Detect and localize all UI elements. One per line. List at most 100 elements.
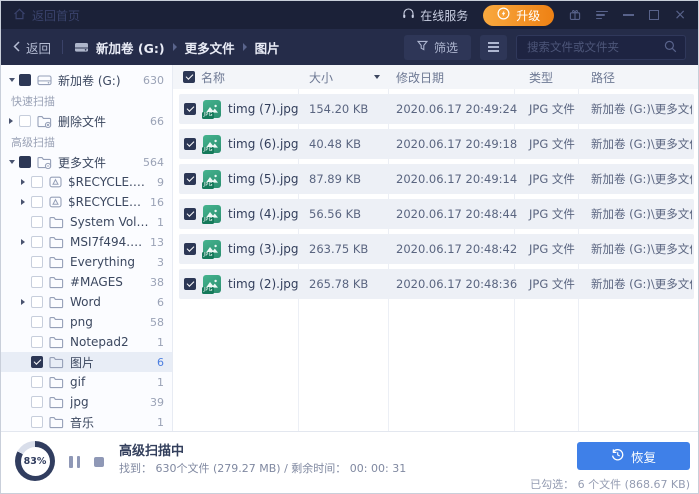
pause-button[interactable] (69, 456, 80, 468)
table-header: 名称 大小 修改日期 类型 路径 (173, 65, 698, 89)
minimize-icon[interactable] (623, 14, 634, 16)
recover-button[interactable]: 恢复 (577, 442, 690, 470)
sidebar-item-jpg[interactable]: jpg 39 (1, 392, 172, 412)
checkbox-empty[interactable] (31, 196, 43, 208)
checkbox-empty[interactable] (31, 276, 43, 288)
file-row[interactable]: JPG timg (3).jpg 263.75 KB 2020.06.17 20… (179, 234, 694, 264)
file-row[interactable]: JPG timg (2).jpg 265.78 KB 2020.06.17 20… (179, 269, 694, 299)
search-icon[interactable] (664, 38, 677, 57)
checkbox-partial[interactable] (19, 156, 31, 168)
checkbox-empty[interactable] (31, 296, 43, 308)
gift-icon[interactable] (569, 6, 581, 25)
close-icon[interactable]: × (674, 8, 686, 22)
expand-arrow-icon[interactable] (21, 299, 31, 305)
checkbox-empty[interactable] (31, 316, 43, 328)
column-header-date[interactable]: 修改日期 (396, 65, 444, 89)
item-count: 3 (157, 256, 164, 269)
row-checkbox[interactable] (184, 103, 196, 115)
file-row[interactable]: JPG timg (4).jpg 56.56 KB 2020.06.17 20:… (179, 199, 694, 229)
menu-icon[interactable] (596, 11, 608, 20)
folder-icon (49, 376, 64, 389)
view-list-button[interactable] (480, 35, 507, 60)
sidebar-item-images[interactable]: #MAGES 38 (1, 272, 172, 292)
column-header-name[interactable]: 名称 (201, 65, 225, 89)
expand-arrow-icon[interactable] (9, 160, 19, 164)
toolbar: 返回 新加卷 (G:) 更多文件 图片 筛选 (1, 29, 698, 65)
expand-arrow-icon[interactable] (9, 118, 19, 124)
checkbox-empty[interactable] (31, 336, 43, 348)
recover-label: 恢复 (631, 447, 656, 466)
checkbox-empty[interactable] (31, 176, 43, 188)
file-path: 新加卷 (G:)\更多文件... (591, 199, 692, 229)
section-quick-scan: 快速扫描 (1, 90, 172, 111)
sort-desc-icon[interactable] (374, 75, 380, 79)
column-header-type[interactable]: 类型 (529, 65, 553, 89)
select-all-checkbox[interactable] (183, 71, 195, 83)
selected-summary: 已勾选： 6 个文件 (868.67 KB) (530, 476, 690, 492)
checkbox-partial[interactable] (19, 74, 31, 86)
sidebar-item-msi-tmp[interactable]: MSI7f494.tmp 13 (1, 232, 172, 252)
checkbox-empty[interactable] (31, 376, 43, 388)
item-count: 39 (150, 396, 164, 409)
expand-arrow-icon[interactable] (9, 78, 19, 82)
file-size: 154.20 KB (309, 94, 368, 124)
checkbox-empty[interactable] (31, 256, 43, 268)
back-chevron-icon (13, 40, 20, 55)
sidebar-item-recycle-bin-1[interactable]: $RECYCLE.BIN 9 (1, 172, 172, 192)
sidebar-item-new-volume[interactable]: 新加卷 (G:) 630 (1, 70, 172, 90)
breadcrumb-pictures[interactable]: 图片 (255, 38, 280, 57)
title-bar: 返回首页 在线服务 升级 × (1, 1, 698, 29)
file-row[interactable]: JPG timg (5).jpg 87.89 KB 2020.06.17 20:… (179, 164, 694, 194)
row-checkbox[interactable] (184, 138, 196, 150)
sidebar-item-recycle-bin-2[interactable]: $RECYCLE.BIN 16 (1, 192, 172, 212)
file-type: JPG 文件 (529, 164, 575, 194)
sidebar-item-everything[interactable]: Everything 3 (1, 252, 172, 272)
back-button[interactable]: 返回 (13, 38, 51, 57)
stop-button[interactable] (94, 457, 104, 467)
drive-icon (37, 74, 52, 86)
row-checkbox[interactable] (184, 278, 196, 290)
column-header-path[interactable]: 路径 (591, 65, 615, 89)
sidebar-item-system-volume[interactable]: System Volume Inf... 1 (1, 212, 172, 232)
upgrade-button[interactable]: 升级 (483, 5, 554, 26)
folder-icon (49, 216, 64, 229)
expand-arrow-icon[interactable] (21, 199, 31, 205)
search-input[interactable] (525, 39, 658, 55)
online-service-label: 在线服务 (420, 7, 468, 24)
column-header-size[interactable]: 大小 (309, 65, 333, 89)
section-advanced-scan: 高级扫描 (1, 131, 172, 152)
row-checkbox[interactable] (184, 208, 196, 220)
file-row[interactable]: JPG timg (6).jpg 40.48 KB 2020.06.17 20:… (179, 129, 694, 159)
sidebar-item-gif[interactable]: gif 1 (1, 372, 172, 392)
sidebar-item-music[interactable]: 音乐 1 (1, 412, 172, 431)
checkbox-checked[interactable] (31, 356, 43, 368)
sidebar-item-more-files[interactable]: 更多文件 564 (1, 152, 172, 172)
checkbox-empty[interactable] (31, 396, 43, 408)
row-checkbox[interactable] (184, 243, 196, 255)
home-button[interactable]: 返回首页 (13, 7, 80, 24)
checkbox-empty[interactable] (19, 115, 31, 127)
maximize-icon[interactable] (649, 10, 659, 20)
expand-arrow-icon[interactable] (21, 239, 31, 245)
online-service-button[interactable]: 在线服务 (402, 7, 468, 24)
file-size: 263.75 KB (309, 234, 368, 264)
sidebar-item-deleted-files[interactable]: 删除文件 66 (1, 111, 172, 131)
sidebar-item-word[interactable]: Word 6 (1, 292, 172, 312)
folder-icon (49, 316, 64, 329)
sidebar-item-pictures[interactable]: 图片 6 (1, 352, 172, 372)
folder-icon (49, 336, 64, 349)
expand-arrow-icon[interactable] (21, 179, 31, 185)
sidebar-item-png[interactable]: png 58 (1, 312, 172, 332)
sidebar-item-notepad2[interactable]: Notepad2 1 (1, 332, 172, 352)
filter-button[interactable]: 筛选 (404, 35, 471, 60)
breadcrumb-drive[interactable]: 新加卷 (G:) (96, 38, 165, 57)
upgrade-label: 升级 (516, 7, 540, 24)
file-row[interactable]: JPG timg (7).jpg 154.20 KB 2020.06.17 20… (179, 94, 694, 124)
recycle-bin-icon (49, 176, 62, 188)
checkbox-empty[interactable] (31, 416, 43, 428)
breadcrumb-more-files[interactable]: 更多文件 (185, 38, 235, 57)
checkbox-empty[interactable] (31, 216, 43, 228)
checkbox-empty[interactable] (31, 236, 43, 248)
row-checkbox[interactable] (184, 173, 196, 185)
file-name: timg (2).jpg (228, 269, 299, 299)
